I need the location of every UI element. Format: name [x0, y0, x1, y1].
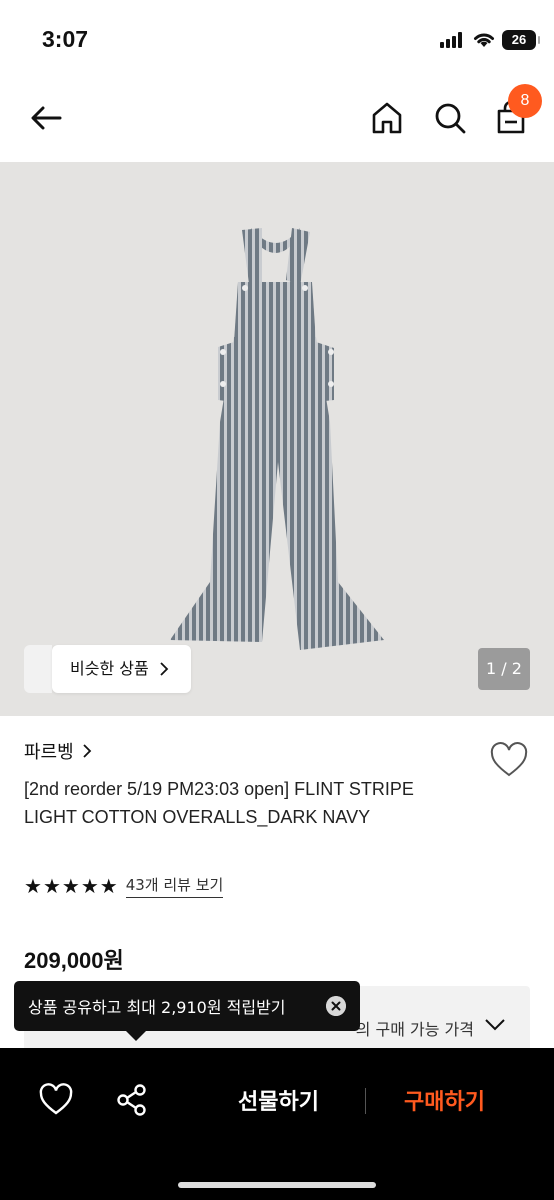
search-icon[interactable]	[430, 98, 470, 138]
back-arrow-icon[interactable]	[26, 100, 66, 140]
heart-icon[interactable]	[38, 1082, 74, 1118]
product-image-carousel[interactable]: 비슷한 상품 1 / 2	[0, 162, 554, 716]
brand-name: 파르벵	[24, 742, 74, 763]
share-icon[interactable]	[114, 1082, 150, 1118]
battery-icon: 26	[502, 30, 540, 50]
like-heart-icon[interactable]	[489, 741, 529, 781]
status-time: 3:07	[42, 26, 89, 52]
top-nav: 8	[0, 80, 554, 162]
product-price: 209,000원	[24, 948, 124, 973]
tooltip-tail	[126, 1031, 146, 1041]
status-bar: 3:07 26	[0, 0, 554, 80]
star-icon: ★	[42, 874, 61, 898]
home-icon[interactable]	[367, 98, 407, 138]
chevron-right-icon	[160, 662, 168, 676]
signal-icon	[440, 32, 466, 48]
review-link[interactable]: 43개 리뷰 보기	[125, 874, 224, 898]
image-pager: 1 / 2	[478, 648, 530, 690]
rating-stars: ★ ★ ★ ★ ★	[24, 875, 118, 897]
gift-button[interactable]: 선물하기	[238, 1084, 319, 1116]
similar-thumbnail	[24, 645, 52, 693]
similar-label: 비슷한 상품	[70, 659, 149, 678]
similar-button-body[interactable]: 비슷한 상품	[52, 645, 191, 693]
brand-link[interactable]: 파르벵	[24, 738, 92, 764]
divider	[365, 1088, 366, 1114]
wifi-icon	[474, 33, 494, 47]
similar-products-button[interactable]: 비슷한 상품	[24, 645, 191, 693]
buy-button[interactable]: 구매하기	[404, 1084, 485, 1116]
cart-count-badge: 8	[508, 84, 542, 118]
star-icon: ★	[61, 874, 80, 898]
star-icon: ★	[99, 874, 118, 898]
star-icon: ★	[80, 874, 99, 898]
chevron-right-icon	[83, 744, 91, 758]
product-title: [2nd reorder 5/19 PM23:03 open] FLINT ST…	[24, 779, 414, 827]
purchase-price-label: 의 구매 가능 가격	[355, 1020, 474, 1039]
chevron-down-icon	[485, 1019, 505, 1031]
product-image	[170, 228, 384, 650]
home-indicator	[178, 1182, 376, 1188]
share-reward-tooltip: 상품 공유하고 최대 2,910원 적립받기	[14, 981, 360, 1041]
star-icon: ★	[24, 874, 42, 898]
bottom-action-bar: 선물하기 구매하기	[0, 1048, 554, 1200]
rating-row: ★ ★ ★ ★ ★ 43개 리뷰 보기	[24, 874, 224, 898]
tooltip-text: 상품 공유하고 최대 2,910원 적립받기	[28, 998, 286, 1017]
close-icon[interactable]	[326, 996, 346, 1016]
